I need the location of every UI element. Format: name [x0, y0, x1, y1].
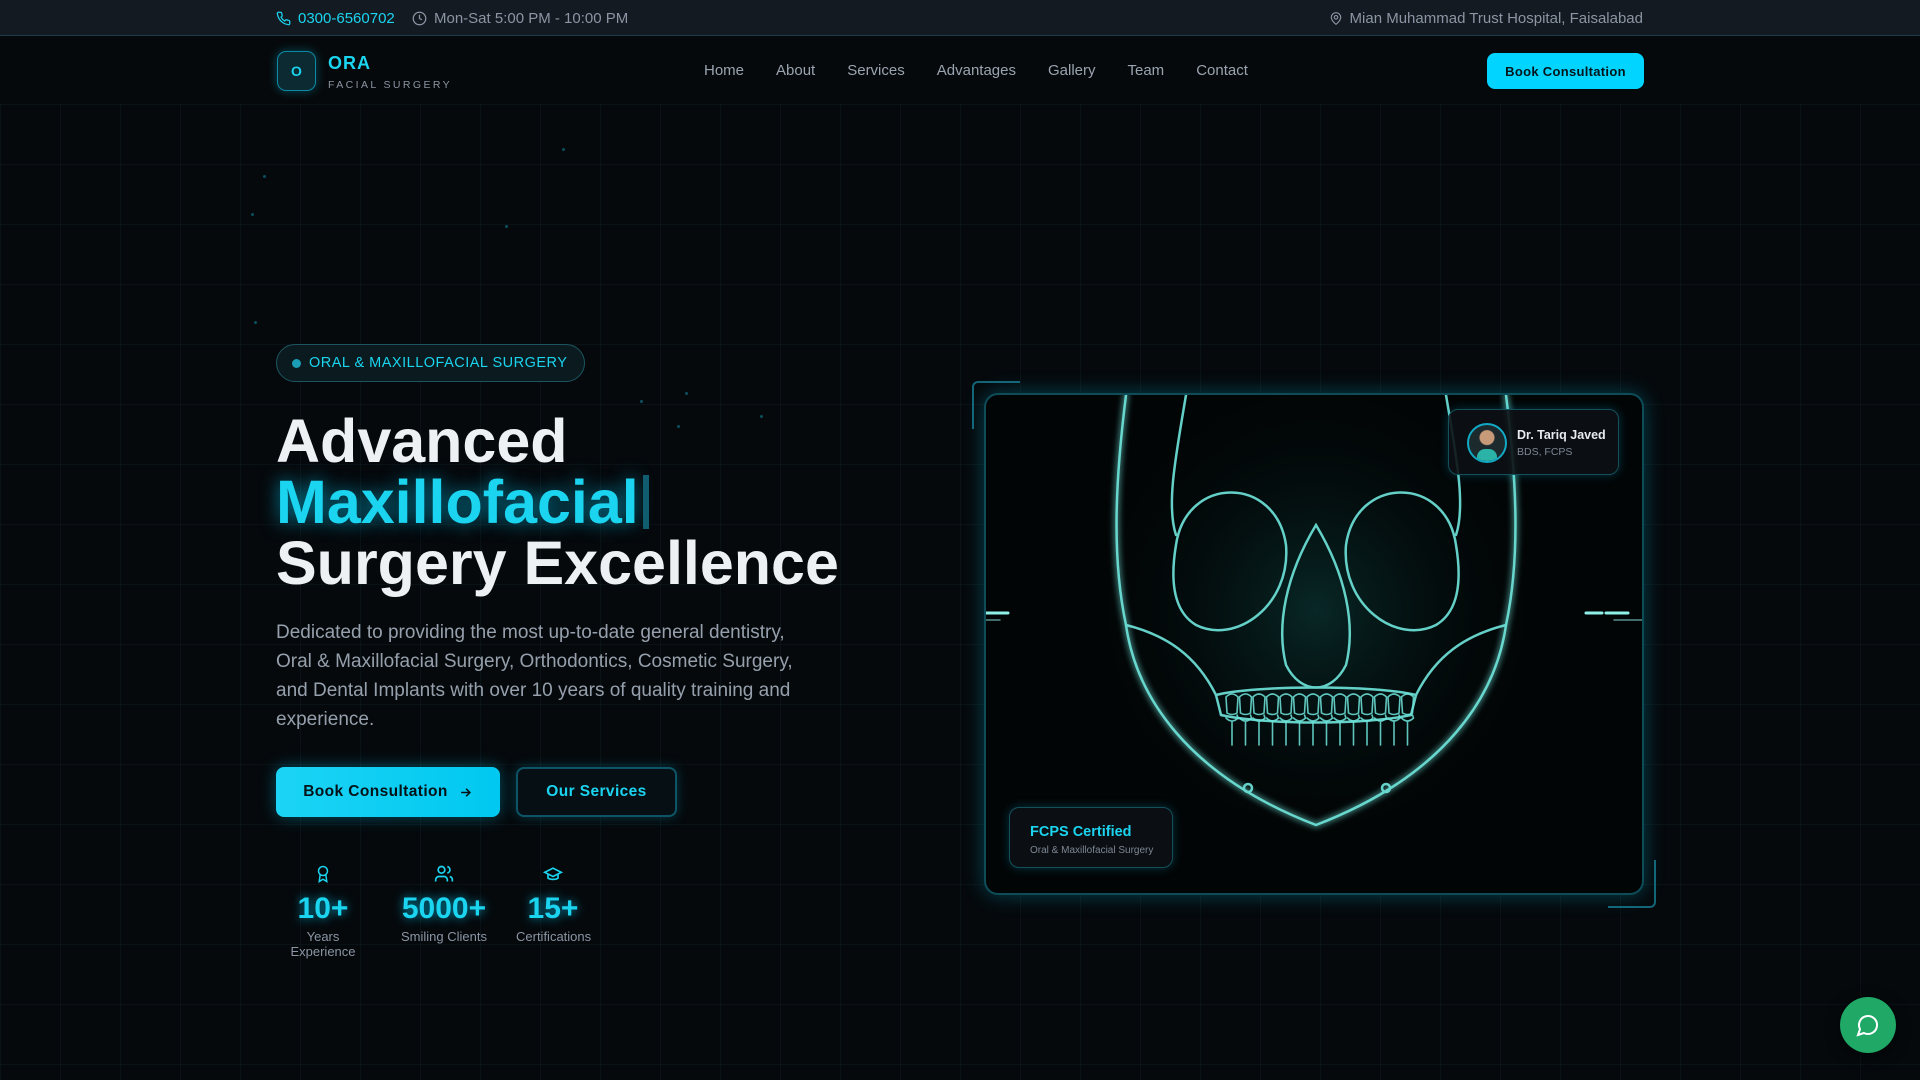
hours: Mon-Sat 5:00 PM - 10:00 PM	[412, 10, 628, 27]
particle	[685, 392, 688, 395]
users-icon	[434, 865, 454, 882]
phone-number: 0300-6560702	[298, 10, 395, 27]
stat-label: Smiling Clients	[401, 929, 487, 944]
nav-team[interactable]: Team	[1128, 62, 1165, 79]
typing-caret	[642, 475, 649, 529]
stat-value: 15+	[527, 892, 579, 925]
phone-link[interactable]: 0300-6560702	[276, 10, 395, 27]
nav-gallery[interactable]: Gallery	[1048, 62, 1096, 79]
hero-image-card: Dr. Tariq Javed BDS, FCPS FCPS Certified…	[984, 393, 1644, 895]
phone-icon	[276, 11, 291, 26]
particle	[562, 148, 565, 151]
nav-book-consultation-button[interactable]: Book Consultation	[1487, 53, 1644, 89]
nav-services[interactable]: Services	[847, 62, 905, 79]
title-line-1: Advanced	[276, 407, 568, 475]
stat-clients: 5000+ Smiling Clients	[400, 864, 488, 944]
particle	[505, 225, 508, 228]
badge-text: ORAL & MAXILLOFACIAL SURGERY	[309, 355, 568, 371]
logo-icon[interactable]: O	[277, 51, 316, 91]
doctor-card: Dr. Tariq Javed BDS, FCPS	[1448, 409, 1619, 475]
nav-advantages[interactable]: Advantages	[937, 62, 1016, 79]
location: Mian Muhammad Trust Hospital, Faisalabad	[1329, 10, 1643, 27]
doctor-name: Dr. Tariq Javed	[1517, 428, 1606, 442]
certification-card: FCPS Certified Oral & Maxillofacial Surg…	[1009, 807, 1173, 868]
hours-text: Mon-Sat 5:00 PM - 10:00 PM	[434, 10, 629, 27]
nav-links: Home About Services Advantages Gallery T…	[704, 62, 1248, 79]
particle	[263, 175, 266, 178]
hero-title: Advanced Maxillofacial Surgery Excellenc…	[276, 411, 839, 594]
particle	[640, 400, 643, 403]
top-info-bar: 0300-6560702 Mon-Sat 5:00 PM - 10:00 PM …	[0, 0, 1920, 36]
specialty-badge: ORAL & MAXILLOFACIAL SURGERY	[276, 344, 586, 382]
map-pin-icon	[1330, 12, 1341, 26]
award-icon	[317, 865, 329, 883]
title-line-3: Surgery Excellence	[276, 529, 839, 597]
nav-contact[interactable]: Contact	[1196, 62, 1248, 79]
certification-title: FCPS Certified	[1030, 824, 1132, 840]
stat-certifications: 15+ Certifications	[516, 864, 592, 944]
dot-icon	[292, 358, 301, 368]
book-consultation-button[interactable]: Book Consultation	[276, 767, 500, 817]
location-text: Mian Muhammad Trust Hospital, Faisalabad	[1349, 10, 1643, 27]
stat-label: Years Experience	[290, 929, 356, 959]
doctor-credentials: BDS, FCPS	[1517, 446, 1573, 458]
chat-button[interactable]	[1840, 997, 1896, 1053]
hero-description: Dedicated to providing the most up-to-da…	[276, 622, 793, 730]
our-services-button[interactable]: Our Services	[516, 767, 677, 817]
nav-home[interactable]: Home	[704, 62, 744, 79]
brand-name[interactable]: ORA	[328, 53, 371, 74]
certification-subtitle: Oral & Maxillofacial Surgery	[1030, 845, 1154, 856]
stat-value: 5000+	[401, 892, 487, 925]
book-consultation-label: Book Consultation	[303, 783, 448, 800]
particle	[251, 213, 254, 216]
nav-about[interactable]: About	[776, 62, 815, 79]
title-accent: Maxillofacial	[276, 468, 639, 536]
graduation-cap-icon	[542, 867, 564, 881]
stat-value: 10+	[297, 892, 349, 925]
arrow-right-icon	[460, 787, 471, 797]
brand-subtitle: FACIAL SURGERY	[328, 79, 453, 91]
chat-bubble-icon	[1856, 1015, 1878, 1037]
navbar: O ORA FACIAL SURGERY Home About Services…	[0, 37, 1920, 104]
particle	[254, 321, 257, 324]
stat-label: Certifications	[516, 929, 592, 944]
doctor-avatar	[1467, 423, 1507, 463]
clock-icon	[412, 11, 427, 26]
stat-years: 10+ Years Experience	[276, 864, 370, 959]
